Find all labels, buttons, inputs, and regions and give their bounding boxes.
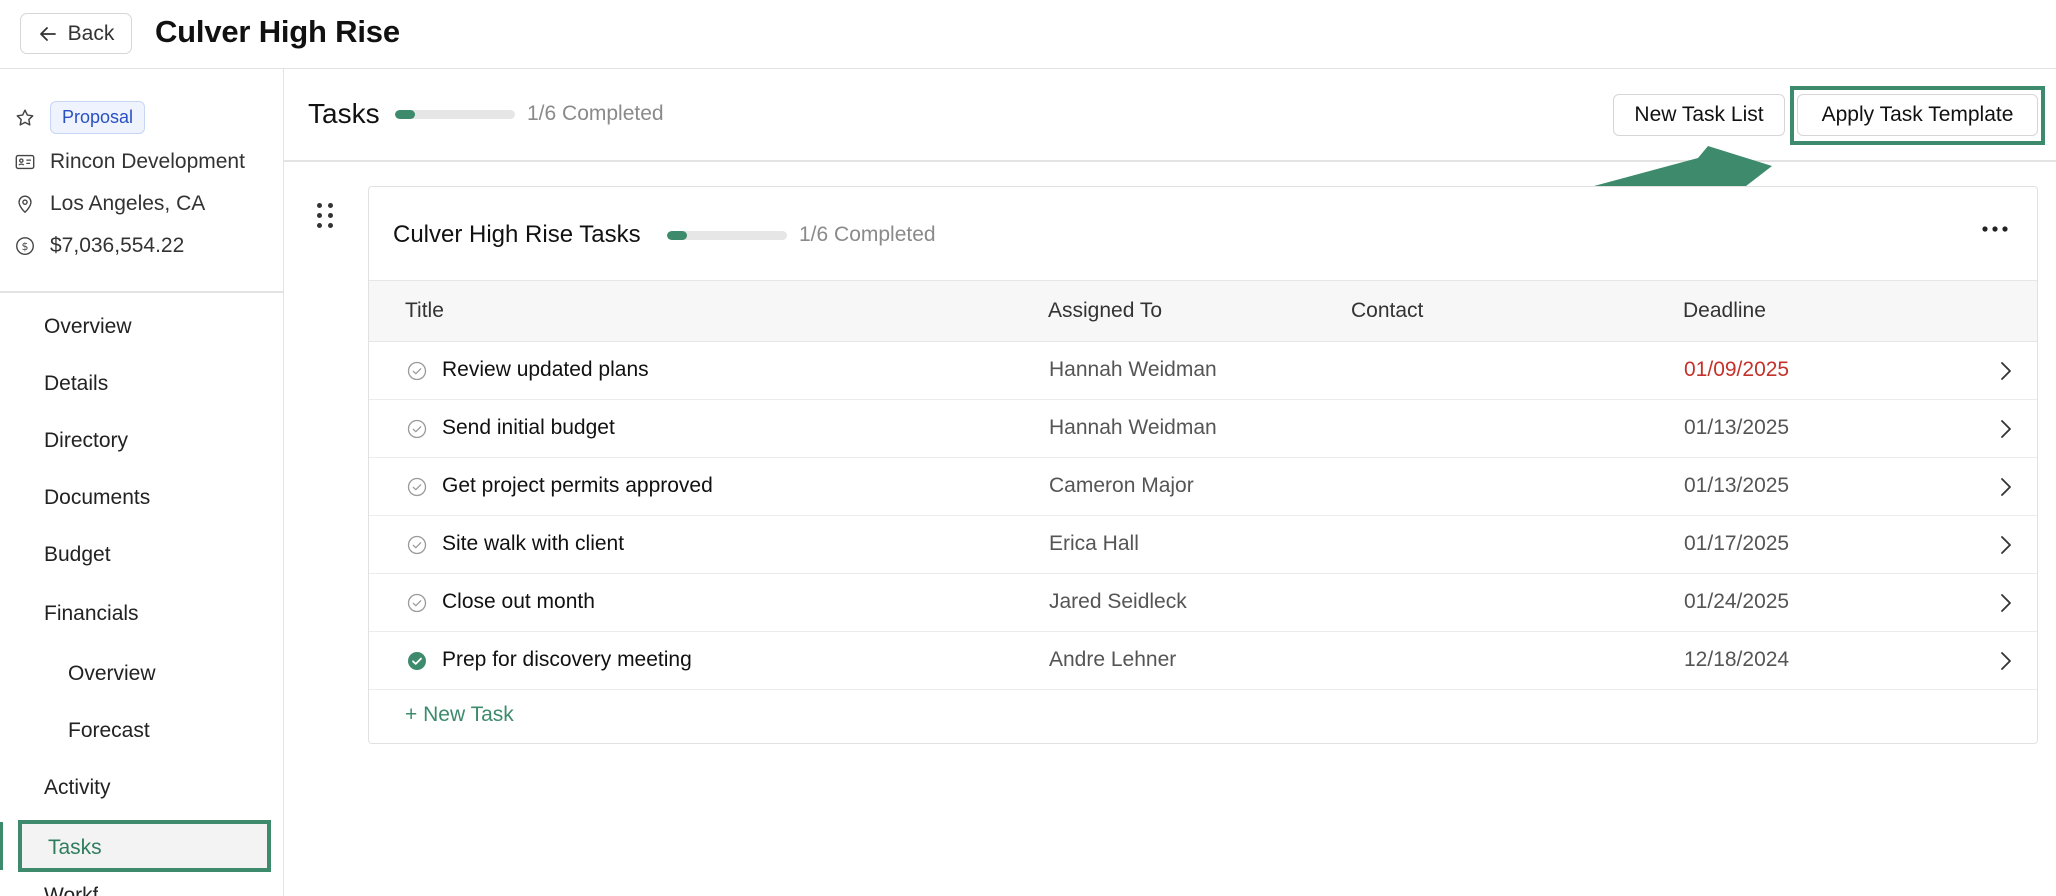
table-row[interactable]: Send initial budget Hannah Weidman 01/13/2… bbox=[369, 400, 2037, 458]
back-button[interactable]: Back bbox=[20, 13, 132, 54]
task-assignee: Hannah Weidman bbox=[1049, 416, 1217, 439]
task-deadline: 12/18/2024 bbox=[1684, 648, 1790, 671]
sidebar: Proposal Rincon Development Los Angeles,… bbox=[0, 69, 284, 896]
overall-progress-bar bbox=[395, 110, 515, 119]
column-header-contact[interactable]: Contact bbox=[1351, 299, 1423, 323]
table-row[interactable]: Close out month Jared Seidleck 01/24/2025 bbox=[369, 574, 2037, 632]
client-row: Rincon Development bbox=[14, 150, 245, 174]
check-circle-filled-icon[interactable] bbox=[407, 651, 427, 671]
sidebar-subitem-forecast[interactable]: Forecast bbox=[68, 719, 150, 743]
task-assignee: Erica Hall bbox=[1049, 532, 1139, 555]
project-status-row: Proposal bbox=[14, 101, 146, 134]
check-circle-icon[interactable] bbox=[407, 535, 427, 555]
sidebar-item-tasks[interactable]: Tasks bbox=[18, 820, 271, 872]
top-bar: Back Culver High Rise bbox=[0, 0, 2056, 69]
task-assignee: Cameron Major bbox=[1049, 474, 1194, 497]
new-task-list-button[interactable]: New Task List bbox=[1613, 94, 1785, 136]
more-horizontal-icon[interactable] bbox=[1981, 223, 2009, 235]
tasks-heading: Tasks bbox=[308, 98, 380, 129]
sidebar-item-workflows[interactable]: Workf bbox=[44, 884, 98, 896]
task-assignee: Hannah Weidman bbox=[1049, 358, 1217, 381]
task-title: Close out month bbox=[442, 590, 595, 613]
task-deadline: 01/13/2025 bbox=[1684, 416, 1790, 439]
dollar-circle-icon: $ bbox=[16, 237, 34, 255]
location-row: Los Angeles, CA bbox=[14, 192, 205, 216]
table-row[interactable]: Review updated plans Hannah Weidman 01/09/… bbox=[369, 342, 2037, 400]
task-list-progress-bar bbox=[667, 231, 787, 240]
column-header-deadline[interactable]: Deadline bbox=[1683, 299, 1766, 323]
amount-row: $ $7,036,554.22 bbox=[14, 234, 184, 258]
chevron-right-icon[interactable] bbox=[1999, 476, 2013, 498]
sidebar-item-directory[interactable]: Directory bbox=[44, 429, 128, 453]
check-circle-icon[interactable] bbox=[407, 419, 427, 439]
status-badge: Proposal bbox=[50, 101, 146, 134]
main-divider bbox=[284, 160, 2056, 162]
chevron-right-icon[interactable] bbox=[1999, 418, 2013, 440]
chevron-right-icon[interactable] bbox=[1999, 592, 2013, 614]
apply-task-template-highlight bbox=[1790, 86, 2045, 145]
project-amount: $7,036,554.22 bbox=[50, 234, 185, 257]
table-row[interactable]: Prep for discovery meeting Andre Lehner 12… bbox=[369, 632, 2037, 690]
task-assignee: Andre Lehner bbox=[1049, 648, 1177, 671]
check-circle-icon[interactable] bbox=[407, 361, 427, 381]
task-title: Send initial budget bbox=[442, 416, 615, 439]
arrow-left-icon bbox=[39, 26, 56, 41]
task-title: Site walk with client bbox=[442, 532, 625, 555]
chevron-right-icon[interactable] bbox=[1999, 360, 2013, 382]
task-list-progress-fill bbox=[667, 231, 687, 240]
task-list-title: Culver High Rise Tasks bbox=[393, 221, 641, 248]
sidebar-item-overview[interactable]: Overview bbox=[44, 315, 132, 339]
task-deadline: 01/24/2025 bbox=[1684, 590, 1790, 613]
task-deadline: 01/13/2025 bbox=[1684, 474, 1790, 497]
sidebar-item-financials[interactable]: Financials bbox=[44, 602, 139, 626]
sidebar-item-activity[interactable]: Activity bbox=[44, 776, 111, 800]
sidebar-divider bbox=[0, 291, 284, 293]
task-deadline: 01/09/2025 bbox=[1684, 358, 1790, 381]
map-pin-icon bbox=[18, 195, 32, 214]
overall-completed-text: 1/6 Completed bbox=[527, 102, 664, 125]
client-name: Rincon Development bbox=[50, 150, 245, 173]
task-deadline: 01/17/2025 bbox=[1684, 532, 1790, 555]
sidebar-subitem-financials-overview[interactable]: Overview bbox=[68, 662, 156, 686]
table-row[interactable]: Get project permits approved Cameron Majo… bbox=[369, 458, 2037, 516]
page-title: Culver High Rise bbox=[155, 14, 400, 49]
svg-text:$: $ bbox=[22, 240, 29, 253]
sidebar-item-documents[interactable]: Documents bbox=[44, 486, 150, 510]
table-row[interactable]: Site walk with client Erica Hall 01/17/202… bbox=[369, 516, 2037, 574]
task-list-card: Culver High Rise Tasks 1/6 Completed Tit… bbox=[368, 186, 2038, 744]
sidebar-item-details[interactable]: Details bbox=[44, 372, 108, 396]
active-nav-indicator bbox=[0, 822, 3, 870]
id-card-icon bbox=[15, 154, 35, 170]
project-location: Los Angeles, CA bbox=[50, 192, 206, 215]
task-list-completed-text: 1/6 Completed bbox=[799, 223, 936, 246]
overall-progress-fill bbox=[395, 110, 415, 119]
task-title: Get project permits approved bbox=[442, 474, 713, 497]
column-header-assigned-to[interactable]: Assigned To bbox=[1048, 299, 1162, 323]
task-title: Review updated plans bbox=[442, 358, 649, 381]
task-title: Prep for discovery meeting bbox=[442, 648, 692, 671]
check-circle-icon[interactable] bbox=[407, 593, 427, 613]
table-header: Title Assigned To Contact Deadline bbox=[369, 280, 2037, 342]
star-icon[interactable] bbox=[14, 107, 36, 129]
sidebar-item-budget[interactable]: Budget bbox=[44, 543, 111, 567]
column-header-title[interactable]: Title bbox=[405, 299, 444, 323]
new-task-button[interactable]: + New Task bbox=[405, 703, 514, 727]
check-circle-icon[interactable] bbox=[407, 477, 427, 497]
chevron-right-icon[interactable] bbox=[1999, 650, 2013, 672]
back-button-label: Back bbox=[67, 21, 115, 45]
sidebar-item-tasks-label: Tasks bbox=[48, 836, 102, 859]
chevron-right-icon[interactable] bbox=[1999, 534, 2013, 556]
task-assignee: Jared Seidleck bbox=[1049, 590, 1187, 613]
drag-handle-icon[interactable] bbox=[317, 203, 333, 229]
